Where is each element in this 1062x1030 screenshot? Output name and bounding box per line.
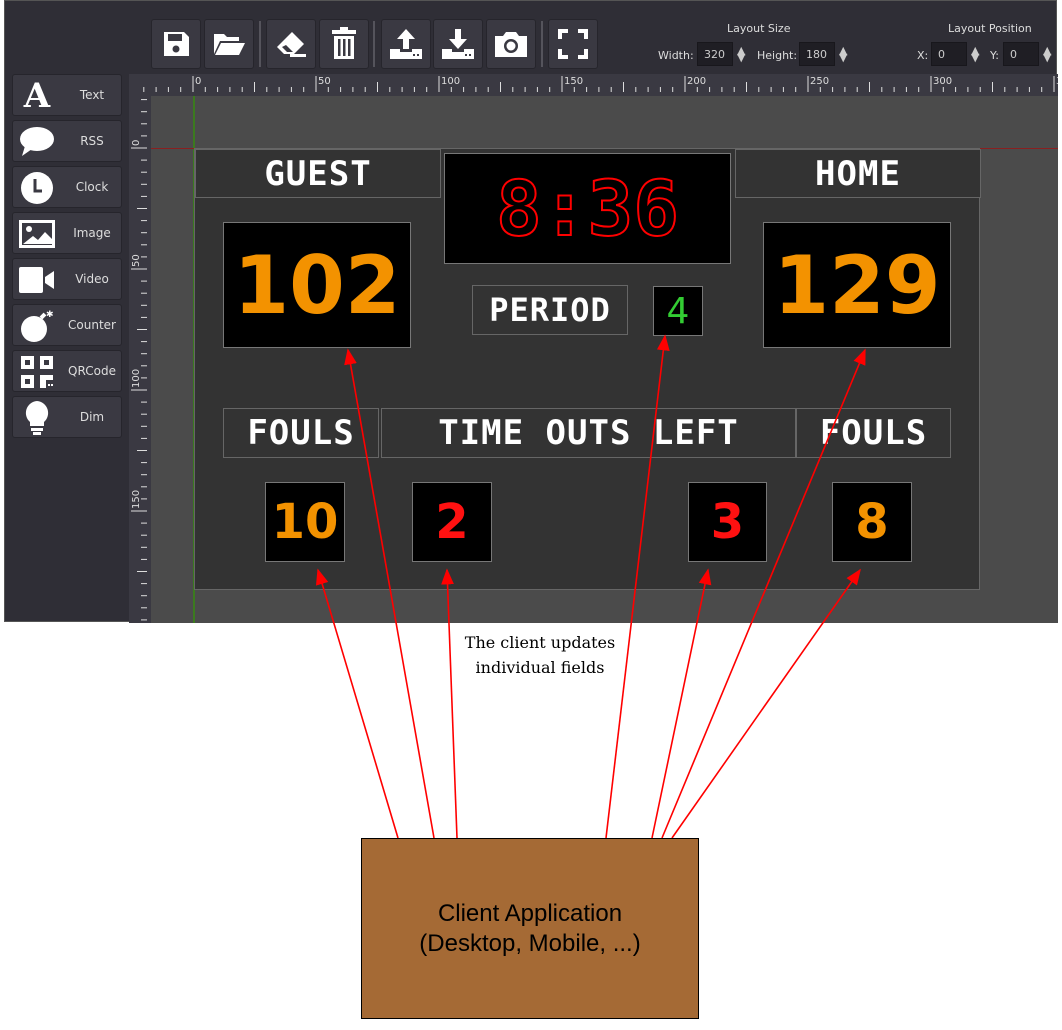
arrow-home-score xyxy=(661,348,866,839)
client-subtitle: (Desktop, Mobile, ...) xyxy=(419,929,641,957)
arrow-guest-fouls xyxy=(315,568,399,839)
arrow-period xyxy=(605,334,670,839)
client-application-box: Client Application (Desktop, Mobile, ...… xyxy=(361,838,699,1019)
arrow-guest-timeouts xyxy=(441,568,458,839)
client-title: Client Application xyxy=(437,899,623,927)
arrow-guest-score xyxy=(344,348,435,839)
